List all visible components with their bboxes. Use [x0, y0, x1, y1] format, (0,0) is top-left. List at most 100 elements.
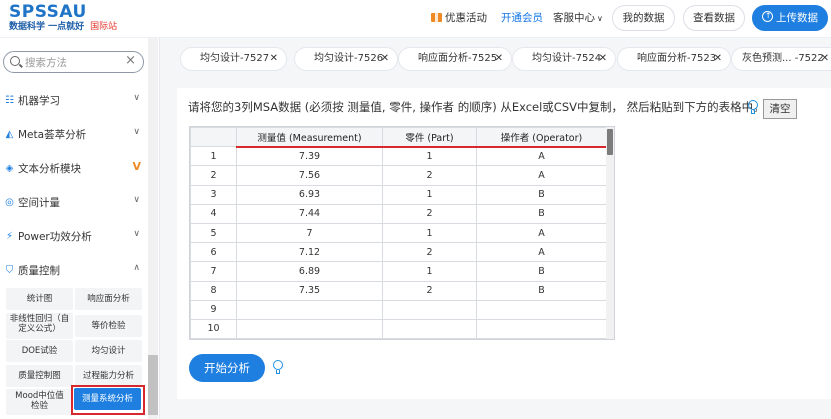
close-icon[interactable]: ✕	[821, 48, 829, 70]
lightbulb-icon[interactable]	[747, 100, 759, 115]
tab-label: 均匀设计-7527	[200, 53, 270, 64]
table-scrollbar[interactable]	[606, 127, 614, 339]
row-number: 3	[190, 184, 237, 205]
sidebar-item-label: Power功效分析	[18, 231, 92, 243]
sidebar-item-spatial[interactable]: ◎ 空间计量 ∨	[0, 186, 147, 220]
sub-item-equivalence-test[interactable]: 等价检验	[75, 315, 142, 337]
cell-part[interactable]: 2	[382, 280, 477, 301]
sub-item-mood-median-test[interactable]: Mood中位值检验	[6, 389, 73, 415]
sidebar-scrollbar-thumb[interactable]	[148, 355, 158, 415]
cell-measurement[interactable]: 7	[236, 222, 383, 244]
tab-uniform-design-7526[interactable]: 均匀设计-7526 ✕	[294, 47, 398, 71]
sub-item-response-surface[interactable]: 响应面分析	[75, 288, 142, 310]
cell-part[interactable]: 2	[382, 165, 477, 186]
cell-operator[interactable]: A	[476, 146, 607, 167]
sidebar-item-power[interactable]: ⚡ Power功效分析 ∨	[0, 220, 147, 254]
sidebar-item-quality-control[interactable]: ⛉ 质量控制 ∧	[0, 254, 147, 288]
cell-measurement[interactable]: 7.56	[236, 165, 383, 186]
table-scrollbar-thumb[interactable]	[607, 129, 613, 155]
cell-operator[interactable]	[476, 299, 607, 320]
cell-part[interactable]: 1	[382, 261, 477, 282]
upload-data-button[interactable]: 上传数据	[752, 5, 828, 31]
sub-item-chart[interactable]: 统计图	[6, 288, 73, 310]
sub-item-control-chart[interactable]: 质量控制图	[6, 365, 73, 387]
tab-uniform-design-7527[interactable]: 均匀设计-7527 ✕	[180, 47, 287, 71]
chevron-down-icon: ∨	[133, 127, 140, 137]
column-header-measurement[interactable]: 测量值 (Measurement)	[236, 127, 383, 148]
cell-operator[interactable]: A	[476, 222, 607, 244]
row-number: 2	[190, 165, 237, 186]
sidebar-item-text-analysis[interactable]: ◈ 文本分析模块 V	[0, 152, 147, 186]
sidebar-item-meta-analysis[interactable]: ◭ Meta荟萃分析 ∨	[0, 118, 147, 152]
cell-measurement[interactable]	[236, 299, 383, 320]
cell-measurement[interactable]: 7.12	[236, 242, 383, 263]
table-row: 9	[190, 299, 607, 320]
membership-link[interactable]: 开通会员	[501, 10, 543, 25]
tab-label: 均匀设计-7526	[314, 53, 384, 64]
promo-link[interactable]: 优惠活动	[431, 10, 487, 25]
cell-part[interactable]	[382, 299, 477, 320]
column-header-part[interactable]: 零件 (Part)	[382, 127, 477, 148]
service-center-menu[interactable]: 客服中心 ∨	[553, 10, 603, 25]
logo-subtitle: 数据科学 一点就好 国际站	[9, 21, 117, 34]
cell-part[interactable]: 2	[382, 242, 477, 263]
table-row: 4 7.44 2 B	[190, 203, 607, 224]
cell-operator[interactable]: A	[476, 242, 607, 263]
top-header: SPSSAU 数据科学 一点就好 国际站 优惠活动 开通会员 客服中心 ∨ 我的数据…	[0, 0, 831, 38]
sidebar-item-label: 机器学习	[18, 95, 60, 107]
tab-uniform-design-7524[interactable]: 均匀设计-7524 ✕	[512, 47, 616, 71]
tab-label: 响应面分析-7523	[637, 53, 717, 64]
tab-grey-forecast-7522[interactable]: 灰色预测... -7522 ✕	[731, 47, 831, 71]
row-number: 4	[190, 203, 237, 224]
cell-operator[interactable]: B	[476, 280, 607, 301]
tab-response-surface-7525[interactable]: 响应面分析-7525 ✕	[398, 47, 512, 71]
table-row: 3 6.93 1 B	[190, 184, 607, 205]
cell-operator[interactable]	[476, 318, 607, 339]
clear-search-icon[interactable]: ×	[125, 53, 136, 68]
row-number: 5	[190, 222, 237, 244]
cell-measurement[interactable]: 6.89	[236, 261, 383, 282]
machine-learning-icon: ☷	[5, 95, 14, 106]
cell-part[interactable]	[382, 318, 477, 339]
cell-measurement[interactable]	[236, 318, 383, 339]
close-icon[interactable]: ✕	[381, 48, 389, 70]
tab-label: 灰色预测... -7522	[742, 53, 824, 64]
spatial-icon: ◎	[5, 197, 14, 208]
sub-item-uniform-design[interactable]: 均匀设计	[75, 340, 142, 362]
cell-measurement[interactable]: 7.39	[236, 146, 383, 167]
start-analysis-button[interactable]: 开始分析	[189, 354, 265, 382]
cell-measurement[interactable]: 7.35	[236, 280, 383, 301]
my-data-button[interactable]: 我的数据	[612, 5, 675, 31]
cell-operator[interactable]: A	[476, 165, 607, 186]
sub-item-process-capability[interactable]: 过程能力分析	[75, 365, 142, 387]
logo[interactable]: SPSSAU 数据科学 一点就好 国际站	[9, 3, 117, 34]
view-data-button[interactable]: 查看数据	[683, 5, 745, 31]
close-icon[interactable]: ✕	[599, 48, 607, 70]
tab-label: 均匀设计-7524	[532, 53, 602, 64]
lightbulb-icon[interactable]	[272, 360, 284, 375]
sub-item-doe[interactable]: DOE试验	[6, 340, 73, 362]
sub-item-nonlinear-regression[interactable]: 非线性回归（自定义公式）	[6, 313, 73, 339]
cell-operator[interactable]: B	[476, 261, 607, 282]
search-input[interactable]: 搜索方法 ×	[3, 51, 144, 73]
tab-response-surface-7523[interactable]: 响应面分析-7523 ✕	[617, 47, 731, 71]
data-grid[interactable]: 测量值 (Measurement) 零件 (Part) 操作者 (Operato…	[189, 126, 615, 340]
close-icon[interactable]: ✕	[270, 48, 278, 70]
cell-operator[interactable]: B	[476, 203, 607, 224]
cell-part[interactable]: 1	[382, 146, 477, 167]
close-icon[interactable]: ✕	[495, 48, 503, 70]
tab-bar: 均匀设计-7527 ✕ 均匀设计-7526 ✕ 响应面分析-7525 ✕ 均匀设…	[160, 38, 831, 84]
close-icon[interactable]: ✕	[714, 48, 722, 70]
column-header-operator[interactable]: 操作者 (Operator)	[476, 127, 607, 148]
cell-operator[interactable]: B	[476, 184, 607, 205]
intl-site-label[interactable]: 国际站	[90, 22, 117, 32]
cell-part[interactable]: 1	[382, 222, 477, 244]
vip-badge-icon: V	[132, 160, 141, 173]
cell-measurement[interactable]: 6.93	[236, 184, 383, 205]
clear-button[interactable]: 清空	[763, 99, 797, 119]
cell-part[interactable]: 2	[382, 203, 477, 224]
sidebar-item-machine-learning[interactable]: ☷ 机器学习 ∨	[0, 84, 147, 118]
cell-measurement[interactable]: 7.44	[236, 203, 383, 224]
cell-part[interactable]: 1	[382, 184, 477, 205]
promo-label: 优惠活动	[445, 12, 487, 24]
